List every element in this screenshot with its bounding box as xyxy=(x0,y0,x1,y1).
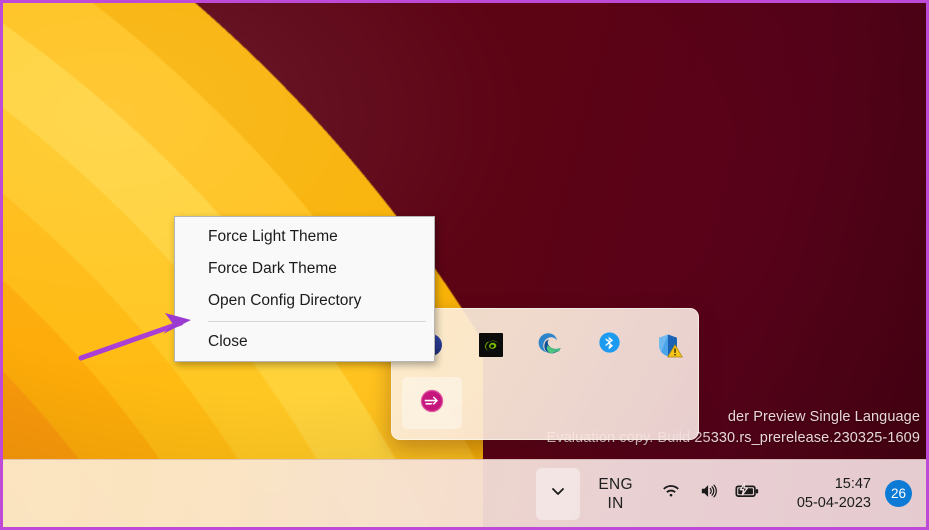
bluetooth-icon xyxy=(597,330,622,360)
tray-context-menu[interactable]: Force Light Theme Force Dark Theme Open … xyxy=(174,216,435,362)
menu-separator xyxy=(208,321,426,322)
clock-date: 05-04-2023 xyxy=(796,494,871,511)
tray-item-windows-security[interactable] xyxy=(639,319,698,371)
tray-item-nvidia[interactable] xyxy=(461,319,520,371)
volume-icon xyxy=(697,481,720,506)
menu-item-close[interactable]: Close xyxy=(175,326,434,358)
tray-flyout-row-1 xyxy=(392,317,698,373)
tray-item-edge[interactable] xyxy=(520,319,579,371)
language-line-1: ENG xyxy=(598,475,633,493)
chevron-down-icon xyxy=(550,483,566,504)
clock[interactable]: 15:47 05-04-2023 xyxy=(797,475,871,513)
tray-flyout-row-2 xyxy=(392,375,698,431)
battery-button[interactable] xyxy=(731,477,763,511)
translucenttb-icon xyxy=(419,388,445,419)
taskbar[interactable]: ENG IN 15:47 05-04-2023 26 xyxy=(3,459,926,527)
system-tray: ENG IN 15:47 05-04-2023 26 xyxy=(536,460,926,527)
language-indicator[interactable]: ENG IN xyxy=(598,475,633,513)
menu-item-open-config-directory[interactable]: Open Config Directory xyxy=(175,285,434,317)
notification-badge[interactable]: 26 xyxy=(885,480,912,507)
windows-security-icon xyxy=(655,332,684,358)
show-hidden-icons-button[interactable] xyxy=(536,467,581,520)
clock-time: 15:47 xyxy=(834,475,871,492)
tray-item-translucenttb[interactable] xyxy=(402,377,462,429)
wifi-icon xyxy=(660,481,682,506)
nvidia-settings-icon xyxy=(478,333,503,357)
battery-charging-icon xyxy=(734,481,760,506)
wifi-button[interactable] xyxy=(655,477,687,511)
tray-overflow-flyout[interactable] xyxy=(391,308,699,440)
menu-item-force-dark-theme[interactable]: Force Dark Theme xyxy=(175,253,434,285)
volume-button[interactable] xyxy=(693,477,725,511)
language-line-2: IN xyxy=(607,494,624,512)
screen: der Preview Single Language Evaluation c… xyxy=(0,0,929,530)
menu-item-force-light-theme[interactable]: Force Light Theme xyxy=(175,221,434,253)
tray-item-bluetooth[interactable] xyxy=(580,319,639,371)
microsoft-edge-icon xyxy=(537,330,563,361)
